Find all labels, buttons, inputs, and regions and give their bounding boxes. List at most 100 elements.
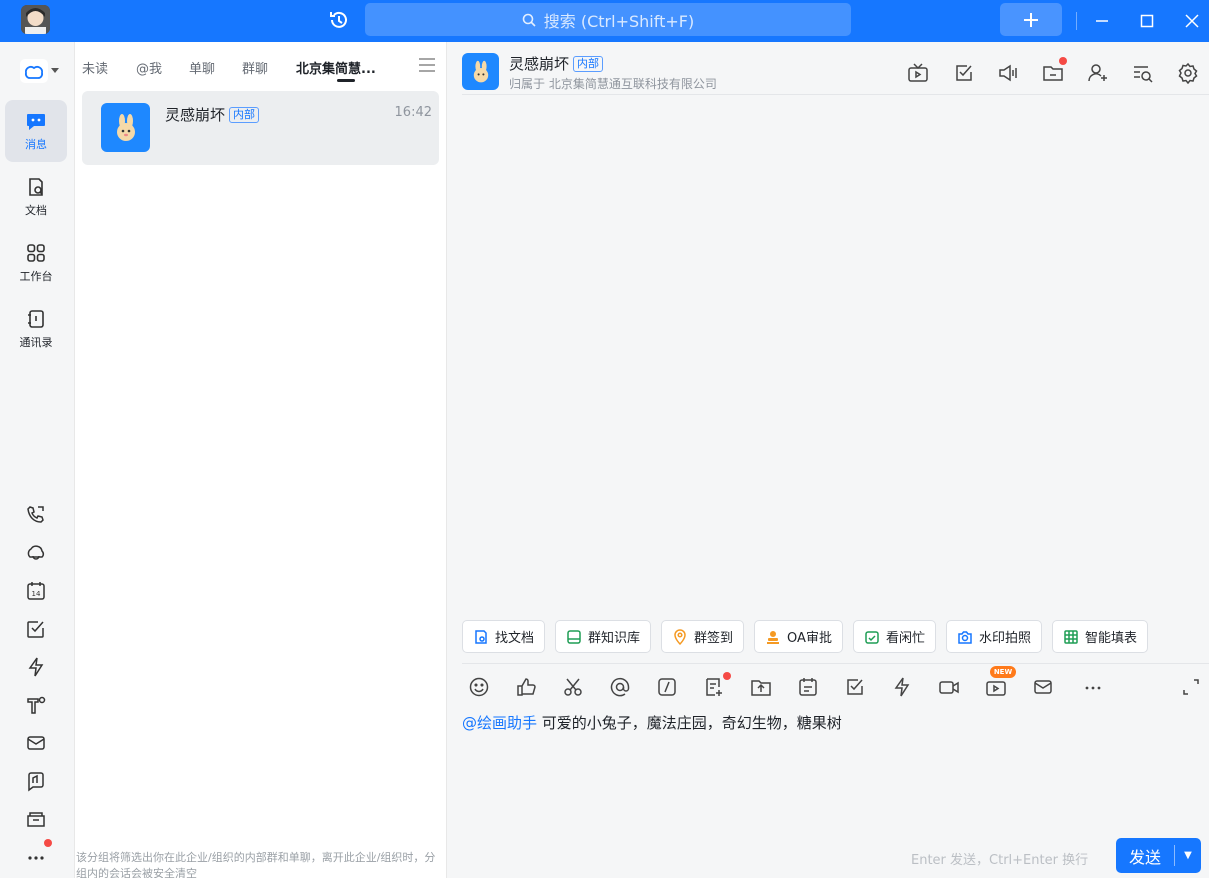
chat-title[interactable]: 灵感崩坏 内部 <box>509 53 604 74</box>
live-icon[interactable] <box>907 62 929 84</box>
mention-token: @绘画助手 <box>462 714 538 732</box>
video-call-icon[interactable] <box>938 676 960 698</box>
nav-messages[interactable]: 消息 <box>5 100 67 162</box>
notification-dot <box>44 839 52 847</box>
settings-icon[interactable] <box>1177 62 1199 85</box>
new-badge: NEW <box>990 666 1016 678</box>
camera-icon <box>958 630 972 644</box>
smart-form-button[interactable]: 智能填表 <box>1051 620 1148 653</box>
chat-panel: 灵感崩坏 内部 归属于 北京集简慧通互联科技有限公司 找文档 群知识库 群签到 O… <box>447 42 1209 878</box>
filter-tabs: 未读 @我 单聊 群聊 北京集简慧... <box>75 42 447 90</box>
chat-avatar[interactable] <box>462 53 499 90</box>
nav-messages-label: 消息 <box>25 138 47 151</box>
availability-label: 看闲忙 <box>885 631 925 646</box>
cloud-icon[interactable] <box>25 542 47 564</box>
mail-icon[interactable] <box>25 732 47 754</box>
nav-docs[interactable]: 文档 <box>5 168 67 226</box>
calendar-icon[interactable]: 14 <box>25 580 47 602</box>
lightning-icon[interactable] <box>891 676 913 698</box>
more-icon[interactable] <box>1082 676 1104 698</box>
chat-title-text: 灵感崩坏 <box>509 55 570 73</box>
doc-create-icon[interactable] <box>703 676 725 698</box>
task-icon[interactable] <box>953 62 975 84</box>
watermark-camera-label: 水印拍照 <box>978 631 1031 646</box>
user-avatar[interactable] <box>21 5 50 34</box>
tab-mentions[interactable]: @我 <box>136 58 162 77</box>
watermark-camera-button[interactable]: 水印拍照 <box>945 620 1042 653</box>
tools-icon[interactable] <box>25 694 47 716</box>
command-icon[interactable] <box>656 676 678 698</box>
find-docs-icon <box>475 629 487 644</box>
nav-contacts[interactable]: 通讯录 <box>5 300 67 358</box>
nav-contacts-label: 通讯录 <box>19 336 53 349</box>
group-checkin-button[interactable]: 群签到 <box>661 620 745 653</box>
tab-unread[interactable]: 未读 <box>82 58 108 77</box>
like-icon[interactable] <box>515 676 537 698</box>
chevron-down-icon <box>51 68 59 73</box>
history-icon[interactable] <box>328 9 350 31</box>
location-icon <box>674 628 686 645</box>
oa-approval-label: OA审批 <box>787 631 832 646</box>
send-hint: Enter 发送，Ctrl+Enter 换行 <box>911 853 1089 868</box>
minimize-icon[interactable] <box>1091 10 1113 32</box>
org-switcher[interactable] <box>20 58 60 84</box>
announcement-icon[interactable] <box>997 62 1019 84</box>
tab-organization[interactable]: 北京集简慧... <box>296 58 376 77</box>
expand-icon[interactable] <box>1180 676 1202 698</box>
close-icon[interactable] <box>1181 10 1203 32</box>
search-placeholder: 搜索 (Ctrl+Shift+F) <box>543 11 695 31</box>
folder-icon[interactable] <box>1042 62 1064 84</box>
files-icon[interactable] <box>25 808 47 830</box>
maximize-icon[interactable] <box>1136 10 1158 32</box>
workbench-icon <box>27 244 45 262</box>
live-icon[interactable] <box>985 676 1007 698</box>
add-member-icon[interactable] <box>1087 62 1109 84</box>
calendar-day-label: 14 <box>32 590 41 598</box>
search-input[interactable]: 搜索 (Ctrl+Shift+F) <box>365 3 851 36</box>
tab-direct[interactable]: 单聊 <box>189 58 215 77</box>
todo-icon[interactable] <box>25 618 47 640</box>
message-composer: NEW @绘画助手 可爱的小兔子，魔法庄园，奇幻生物，糖果树 Enter 发送，… <box>462 663 1209 878</box>
oa-approval-button[interactable]: OA审批 <box>754 620 843 653</box>
more-icon[interactable] <box>25 846 47 868</box>
upload-folder-icon[interactable] <box>750 676 772 698</box>
todo-icon[interactable] <box>844 676 866 698</box>
conversation-list: 未读 @我 单聊 群聊 北京集简慧... 灵感崩坏 内部 16:42 该分组将筛选… <box>75 42 447 878</box>
knowledge-base-button[interactable]: 群知识库 <box>555 620 652 653</box>
nav-rail: 消息 文档 工作台 通讯录 14 <box>0 42 75 878</box>
phone-icon[interactable] <box>25 504 47 526</box>
message-input[interactable]: @绘画助手 可爱的小兔子，魔法庄园，奇幻生物，糖果树 <box>462 712 842 733</box>
tab-groups[interactable]: 群聊 <box>242 58 268 77</box>
menu-icon[interactable] <box>418 57 436 73</box>
send-button[interactable]: 发送 ▼ <box>1116 838 1201 873</box>
conversation-name: 灵感崩坏 内部 <box>165 104 260 125</box>
filter-note: 该分组将筛选出你在此企业/组织的内部群和单聊，离开此企业/组织时，分组内的会话会… <box>76 851 436 878</box>
search-icon <box>522 13 536 27</box>
emoji-icon[interactable] <box>468 676 490 698</box>
group-checkin-label: 群签到 <box>694 631 734 646</box>
list-item[interactable]: 灵感崩坏 内部 16:42 <box>82 91 439 165</box>
send-options-chevron-icon[interactable]: ▼ <box>1175 850 1201 861</box>
document-icon <box>29 178 43 196</box>
rabbit-icon <box>473 60 488 82</box>
nav-docs-label: 文档 <box>25 204 47 217</box>
scissors-icon[interactable] <box>562 676 584 698</box>
find-docs-button[interactable]: 找文档 <box>462 620 546 653</box>
plus-icon <box>1024 12 1038 27</box>
schedule-icon[interactable] <box>797 676 819 698</box>
availability-button[interactable]: 看闲忙 <box>852 620 936 653</box>
create-button[interactable] <box>1000 3 1062 36</box>
mail-icon[interactable] <box>1032 676 1054 698</box>
header-divider <box>462 94 1209 95</box>
divider <box>1076 12 1077 30</box>
internal-tag: 内部 <box>229 107 260 123</box>
nav-workbench[interactable]: 工作台 <box>5 234 67 292</box>
notification-dot <box>1059 57 1067 65</box>
chat-header: 灵感崩坏 内部 归属于 北京集简慧通互联科技有限公司 <box>447 42 1209 94</box>
minutes-icon[interactable] <box>25 770 47 792</box>
search-history-icon[interactable] <box>1132 62 1154 84</box>
conversation-title: 灵感崩坏 <box>165 106 226 124</box>
mention-icon[interactable] <box>609 676 631 698</box>
lightning-icon[interactable] <box>25 656 47 678</box>
calendar-check-icon <box>865 630 879 644</box>
